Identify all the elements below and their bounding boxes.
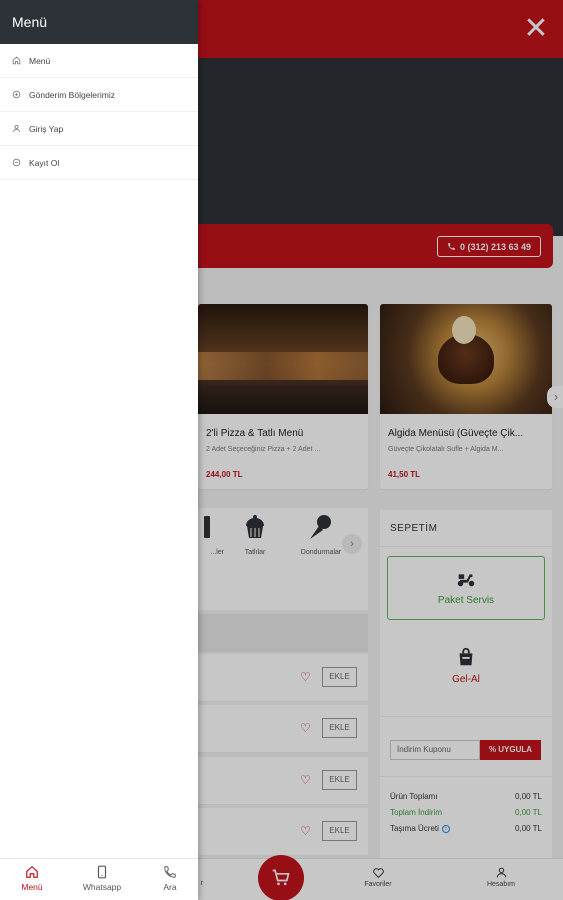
home-icon [26,865,38,878]
footer-nav-menu[interactable]: Menü [2,865,62,892]
drawer-item-label: Giriş Yap [29,123,64,134]
mobile-phone-icon [97,865,107,879]
drawer-item-register[interactable]: Kayıt Ol [0,146,198,180]
phone-icon [164,866,176,878]
user-plus-icon [12,158,21,167]
footer-nav-label: Ara [163,882,177,892]
drawer-item-label: Gönderim Bölgelerimiz [29,89,115,100]
footer-nav-call[interactable]: Ara [140,865,200,892]
drawer-title: Menü [0,0,198,44]
drawer-item-regions[interactable]: Gönderim Bölgelerimiz [0,78,198,112]
drawer-item-login[interactable]: Giriş Yap [0,112,198,146]
location-icon [12,90,21,99]
drawer-item-menu[interactable]: Menü [0,44,198,78]
drawer-item-label: Kayıt Ol [29,157,60,168]
side-drawer: Menü Menü Gönderim Bölgelerimiz Giriş Ya… [0,0,198,900]
footer-nav-label: Whatsapp [82,882,122,892]
drawer-footer-nav: Menü Whatsapp Ara [0,858,198,900]
home-icon [12,56,21,65]
footer-nav-label: Menü [21,882,43,892]
footer-nav-whatsapp[interactable]: Whatsapp [72,865,132,892]
user-icon [13,125,20,132]
drawer-item-label: Menü [29,55,51,66]
